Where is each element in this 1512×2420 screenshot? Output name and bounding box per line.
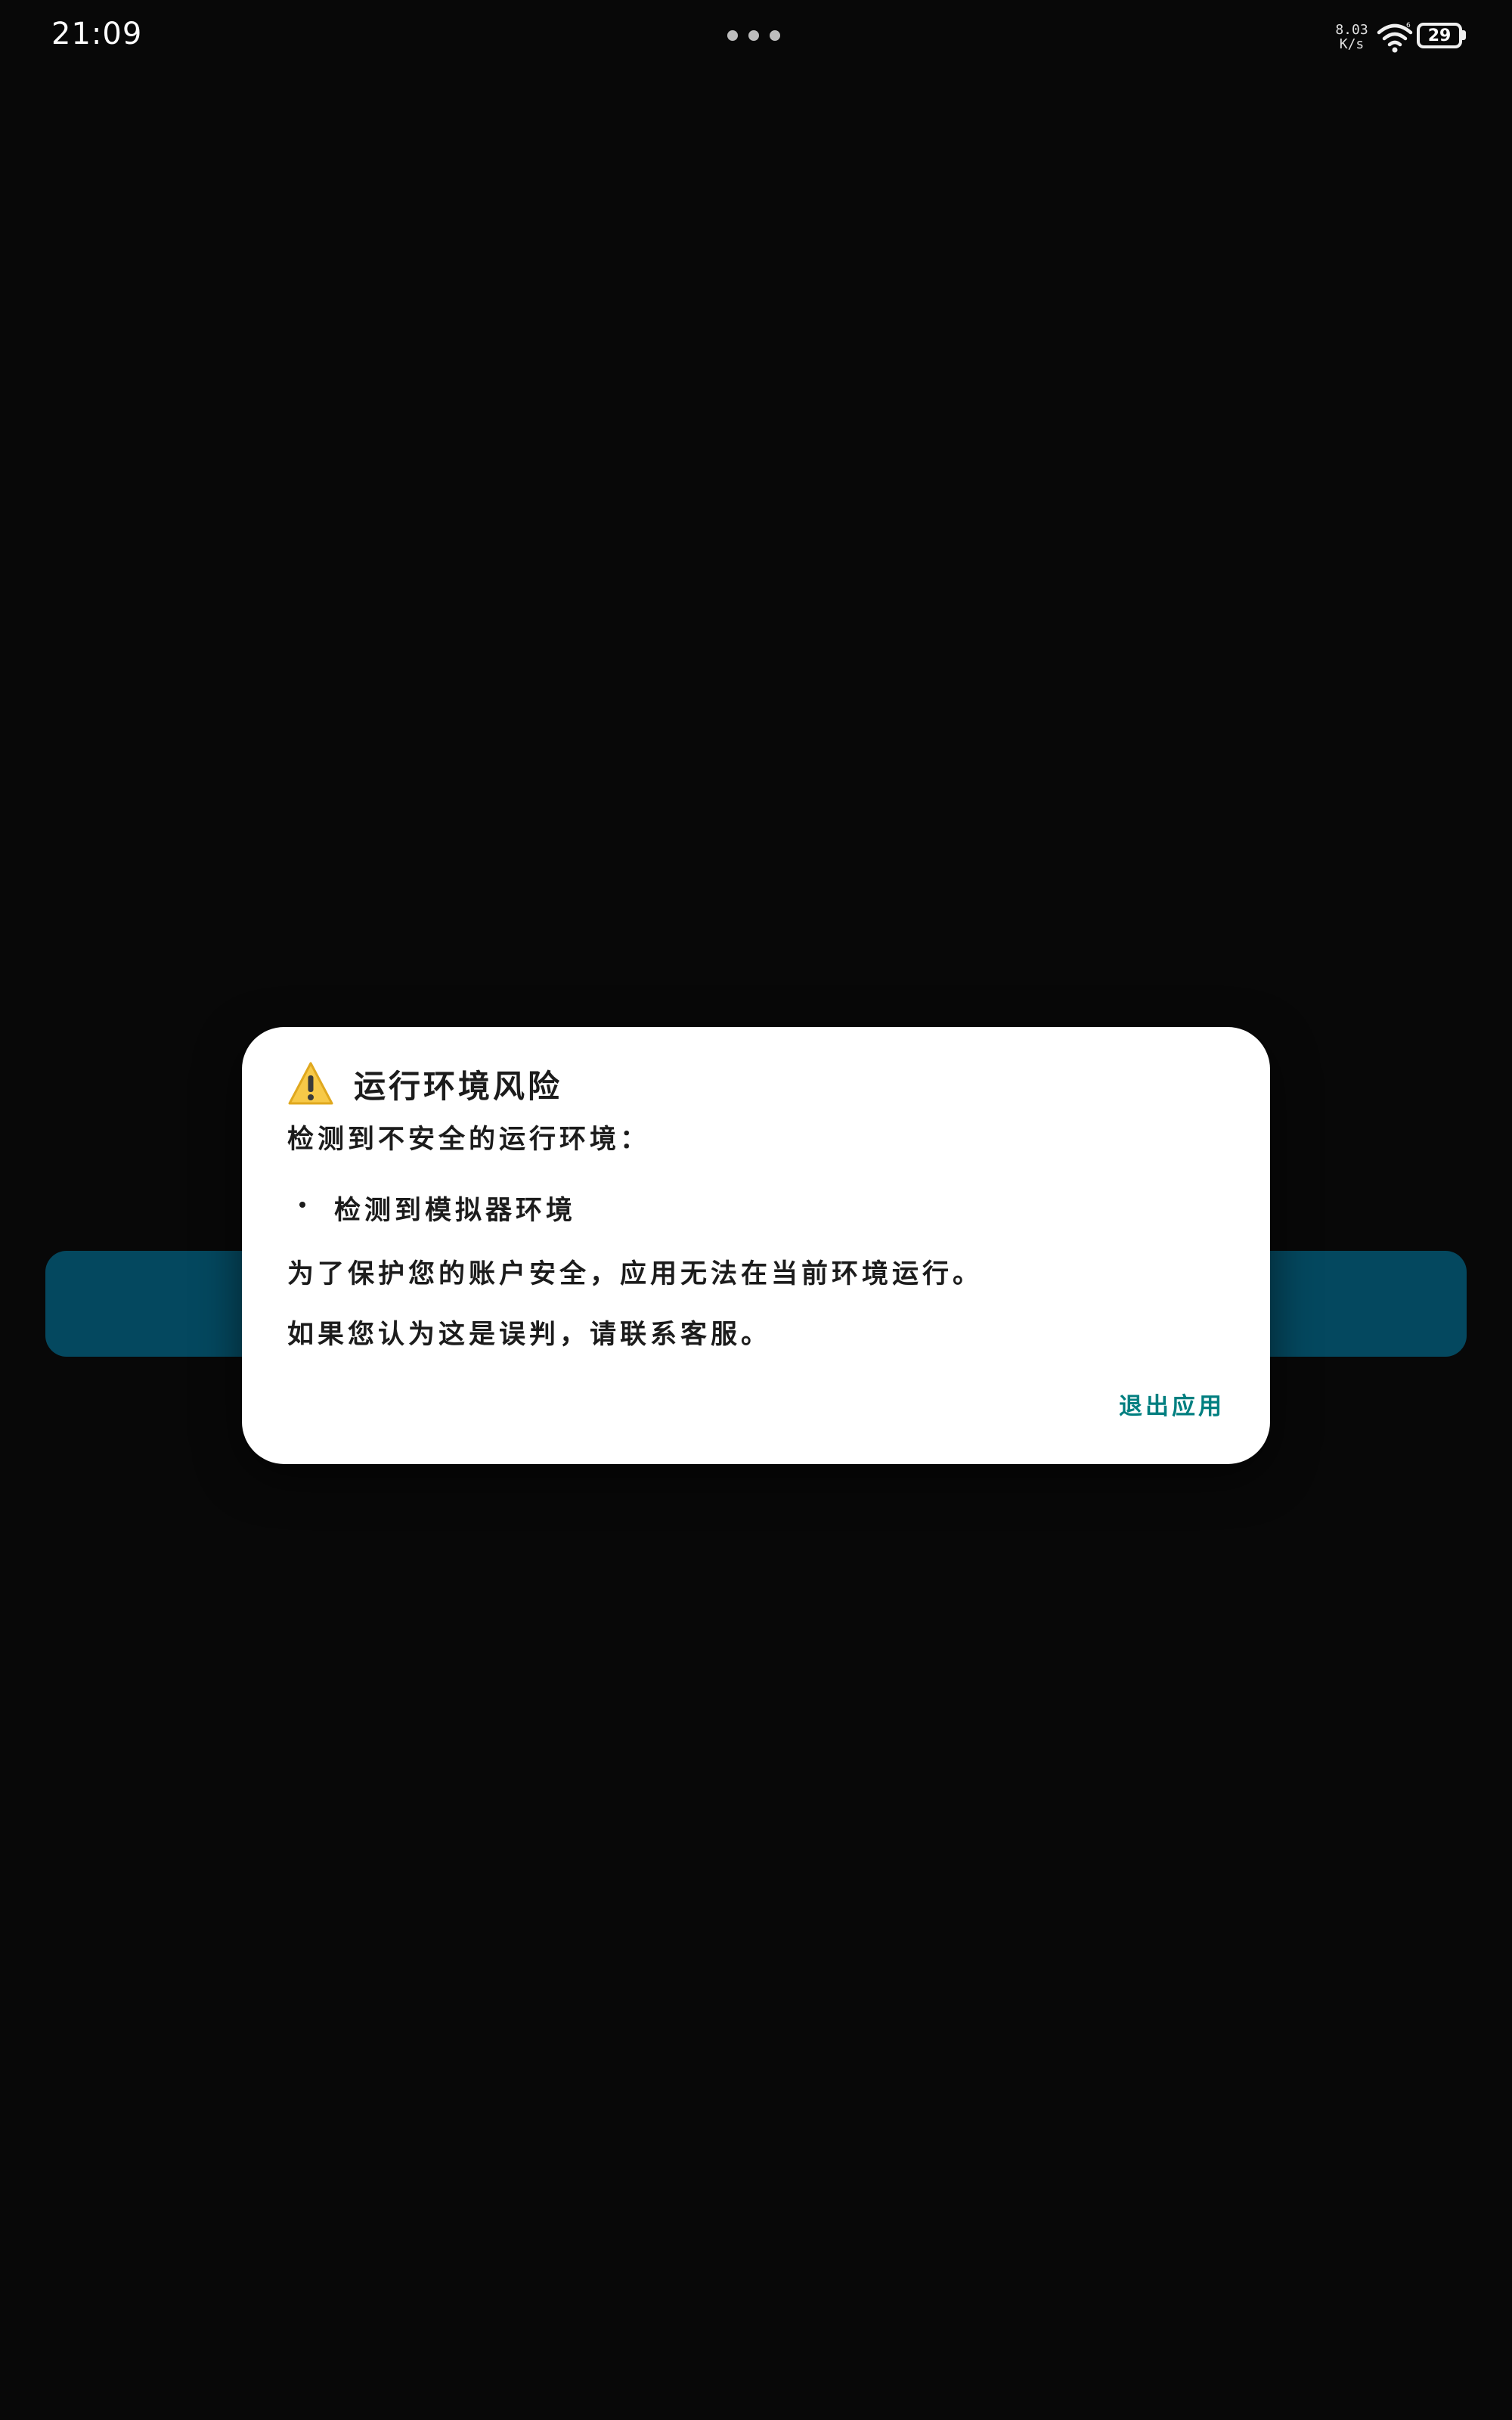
bullet-item: 检测到模拟器环境 — [334, 1195, 577, 1226]
warning-icon — [288, 1062, 333, 1105]
wifi-icon: 6 — [1377, 22, 1413, 53]
dialog-title: 运行环境风险 — [287, 1057, 562, 1110]
more-dots-icon — [727, 30, 780, 41]
screen: 21:09 8.03 K/s 6 29 运行环境风险 检测到不安全的运行环境： … — [0, 0, 1512, 2420]
dialog-subtitle: 检测到不安全的运行环境： — [287, 1124, 651, 1155]
network-speed-value: 8.03 — [1335, 22, 1368, 38]
battery-tip — [1462, 30, 1466, 40]
battery-indicator: 29 — [1417, 23, 1462, 48]
protect-message: 为了保护您的账户安全，应用无法在当前环境运行。 — [287, 1258, 984, 1289]
status-time: 21:09 — [51, 17, 143, 51]
network-speed-unit: K/s — [1339, 36, 1365, 52]
exit-app-button[interactable]: 退出应用 — [1119, 1387, 1225, 1421]
svg-text:6: 6 — [1406, 22, 1411, 29]
bullet-dot — [299, 1202, 305, 1208]
risk-dialog: 运行环境风险 检测到不安全的运行环境： 检测到模拟器环境 为了保护您的账户安全，… — [242, 1027, 1270, 1464]
dialog-title-text: 运行环境风险 — [354, 1067, 563, 1105]
contact-message: 如果您认为这是误判，请联系客服。 — [287, 1319, 772, 1350]
network-speed: 8.03 K/s — [1334, 23, 1370, 51]
